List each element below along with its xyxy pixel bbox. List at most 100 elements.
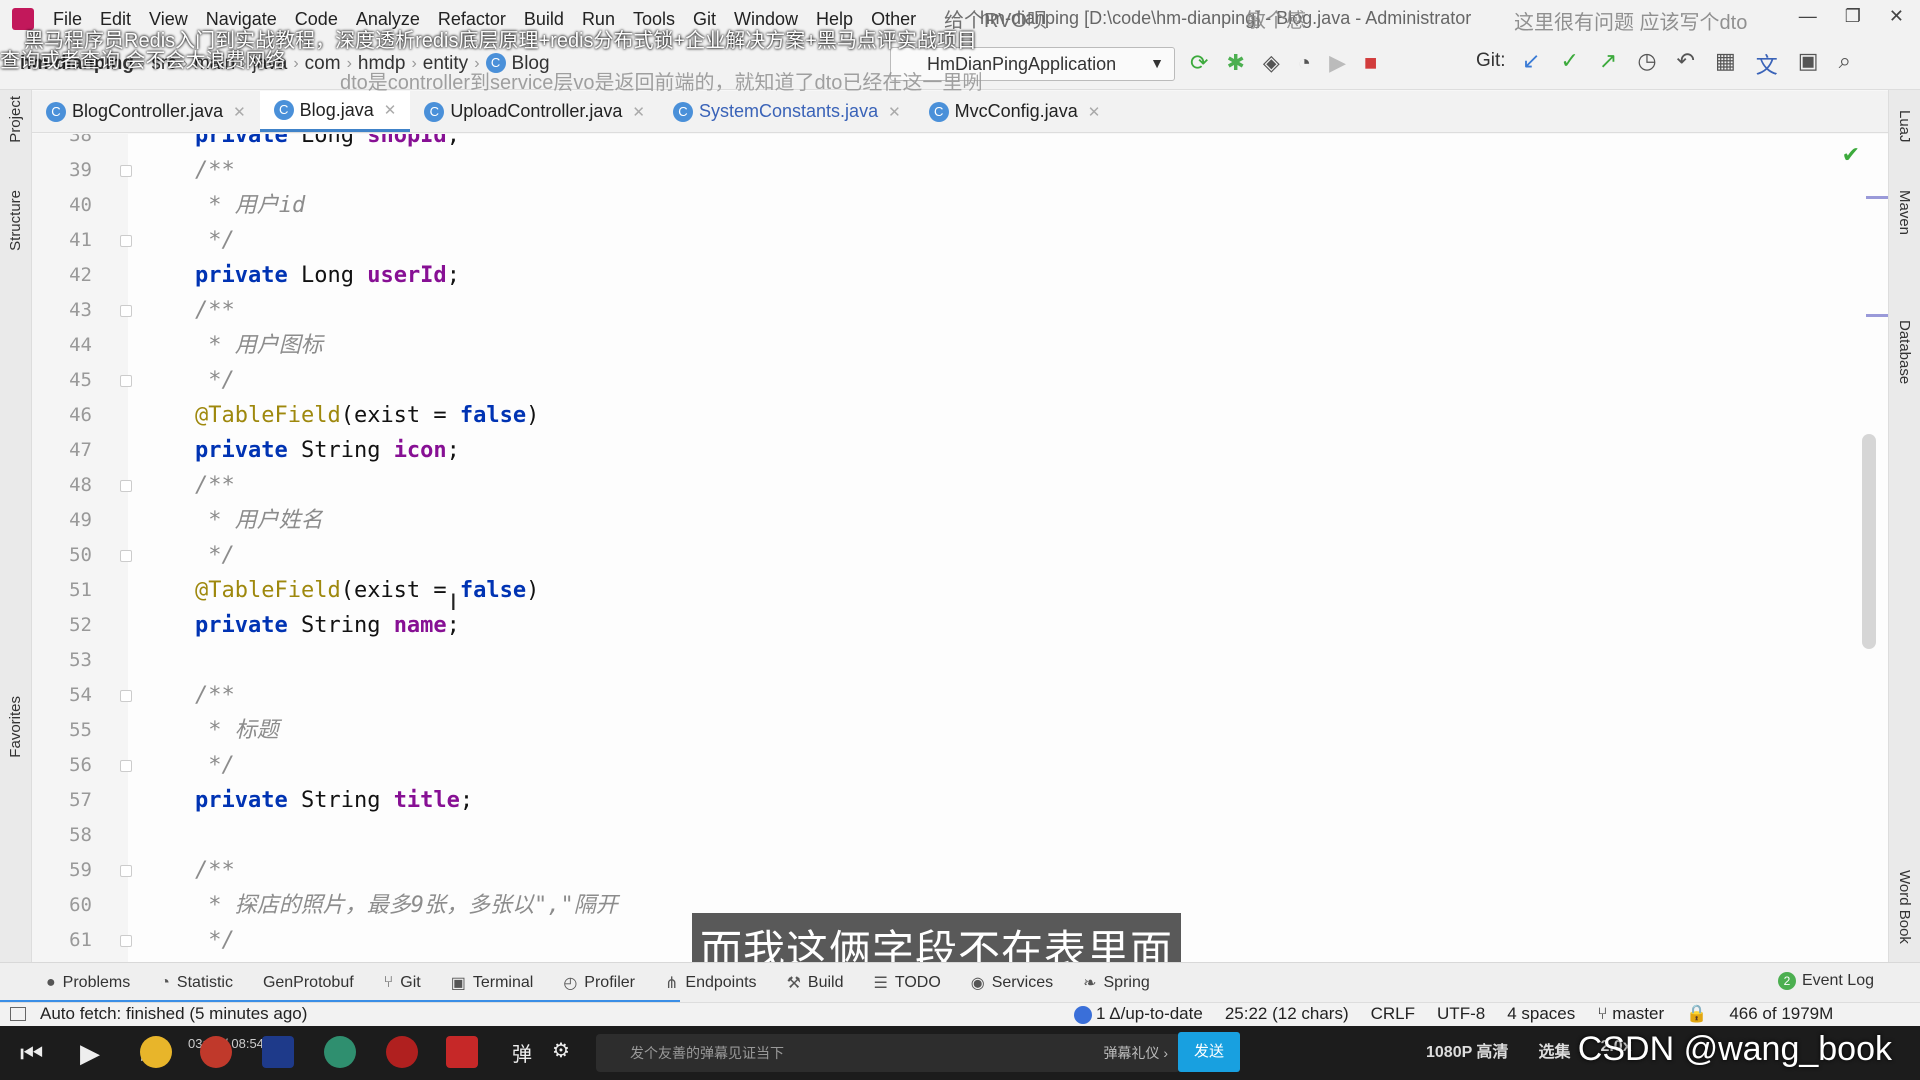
maven-tool-button[interactable]: Maven	[1896, 190, 1913, 235]
lock-icon[interactable]: 🔒	[1686, 1004, 1707, 1024]
code-line[interactable]: 38 private Long shopId;	[32, 134, 1832, 153]
browser-icon[interactable]	[324, 1036, 356, 1068]
menu-build[interactable]: Build	[515, 9, 573, 30]
git-tool-button[interactable]: ⑂ Git	[384, 974, 421, 992]
code-line[interactable]: 45 */	[32, 363, 1832, 398]
git-branch[interactable]: ⑂ master	[1597, 1004, 1664, 1024]
line-separator[interactable]: CRLF	[1371, 1004, 1415, 1024]
tab-blogcontroller[interactable]: C BlogController.java ✕	[32, 91, 260, 132]
rerun-icon[interactable]: ⟳	[1190, 50, 1208, 76]
menu-tools[interactable]: Tools	[624, 9, 684, 30]
code-line[interactable]: 40 * 用户id	[32, 188, 1832, 223]
danmaku-input[interactable]: 发个友善的弹幕见证当下 弹幕礼仪 ›	[596, 1034, 1180, 1072]
menu-help[interactable]: Help	[807, 9, 862, 30]
project-tool-button[interactable]: Project	[7, 96, 24, 143]
tab-uploadcontroller[interactable]: C UploadController.java ✕	[410, 91, 659, 132]
coverage-icon[interactable]: ◈	[1263, 50, 1280, 76]
translate-icon[interactable]: 文	[1756, 48, 1778, 80]
code-line[interactable]: 44 * 用户图标	[32, 328, 1832, 363]
menu-navigate[interactable]: Navigate	[197, 9, 286, 30]
fold-marker-icon[interactable]	[120, 375, 132, 387]
stop-icon[interactable]: ■	[1364, 50, 1377, 76]
code-line[interactable]: 47 private String icon;	[32, 433, 1832, 468]
minimize-icon[interactable]: —	[1799, 6, 1817, 27]
layout-icon[interactable]: ▣	[1798, 48, 1819, 80]
file-encoding[interactable]: UTF-8	[1437, 1004, 1485, 1024]
fold-marker-icon[interactable]	[120, 235, 132, 247]
debug-icon[interactable]: ✱	[1226, 50, 1244, 76]
menu-window[interactable]: Window	[725, 9, 807, 30]
close-tab-icon[interactable]: ✕	[384, 101, 397, 119]
close-tab-icon[interactable]: ✕	[1088, 103, 1101, 121]
close-tab-icon[interactable]: ✕	[233, 103, 246, 121]
fold-marker-icon[interactable]	[120, 935, 132, 947]
menu-view[interactable]: View	[140, 9, 197, 30]
word-book-tool-button[interactable]: Word Book	[1896, 870, 1913, 944]
indent-setting[interactable]: 4 spaces	[1507, 1004, 1575, 1024]
redis-icon[interactable]	[386, 1036, 418, 1068]
run-icon[interactable]: ▶	[1329, 50, 1346, 76]
services-tool-button[interactable]: ◉ Services	[971, 973, 1053, 993]
danmaku-toggle-icon[interactable]: 弹	[512, 1038, 532, 1067]
vcs-status[interactable]: 1 Δ/up-to-date	[1074, 1004, 1203, 1024]
menu-file[interactable]: File	[44, 9, 91, 30]
quality-select[interactable]: 1080P 高清	[1426, 1038, 1508, 1062]
tab-mvcconfig[interactable]: C MvcConfig.java ✕	[915, 91, 1115, 132]
breadcrumb-entity[interactable]: entity	[417, 53, 474, 75]
code-line[interactable]: 41 */	[32, 223, 1832, 258]
tab-systemconstants[interactable]: C SystemConstants.java ✕	[659, 91, 915, 132]
breadcrumb-java[interactable]: java	[246, 53, 293, 75]
close-icon[interactable]: ✕	[1889, 6, 1904, 27]
search-icon[interactable]: ⌕	[1839, 48, 1851, 80]
breadcrumb-blog[interactable]: C Blog	[480, 53, 556, 75]
code-line[interactable]: 55 * 标题	[32, 713, 1832, 748]
menu-other[interactable]: Other	[862, 9, 925, 30]
git-update-icon[interactable]: ↙	[1522, 48, 1540, 80]
breadcrumb-main[interactable]: main	[188, 53, 241, 75]
tab-blog[interactable]: C Blog.java ✕	[259, 91, 411, 132]
fold-marker-icon[interactable]	[120, 480, 132, 492]
run-configuration-select[interactable]: HmDianPingApplication ▼	[890, 47, 1175, 81]
git-push-icon[interactable]: ↗	[1599, 48, 1617, 80]
inspection-ok-icon[interactable]: ✔	[1842, 142, 1860, 168]
code-line[interactable]: 51 @TableField(exist = false)	[32, 573, 1832, 608]
event-log-button[interactable]: 2 Event Log	[1777, 972, 1874, 990]
code-line[interactable]: 46 @TableField(exist = false)	[32, 398, 1832, 433]
project-structure-icon[interactable]: ▦	[1715, 48, 1736, 80]
breadcrumb-hmdp[interactable]: hmdp	[352, 53, 412, 75]
favorites-tool-button[interactable]: Favorites	[7, 696, 24, 758]
structure-tool-button[interactable]: Structure	[7, 190, 24, 251]
problems-tool-button[interactable]: ● Problems	[46, 974, 130, 992]
profile-icon[interactable]: ◔	[1298, 50, 1311, 76]
code-line[interactable]: 42 private Long userId;	[32, 258, 1832, 293]
code-line[interactable]: 58	[32, 818, 1832, 853]
code-line[interactable]: 43 /**	[32, 293, 1832, 328]
spring-tool-button[interactable]: ❧ Spring	[1083, 973, 1150, 993]
git-commit-icon[interactable]: ✓	[1560, 48, 1578, 80]
vertical-scrollbar[interactable]	[1862, 434, 1876, 649]
build-tool-button[interactable]: ⚒ Build	[787, 973, 844, 993]
danmaku-etiquette-link[interactable]: 弹幕礼仪 ›	[1103, 1034, 1168, 1072]
episodes-button[interactable]: 选集	[1538, 1038, 1570, 1062]
code-line[interactable]: 56 */	[32, 748, 1832, 783]
code-line[interactable]: 59 /**	[32, 853, 1832, 888]
rollback-icon[interactable]: ↶	[1677, 48, 1695, 80]
menu-run[interactable]: Run	[573, 9, 624, 30]
app-icon[interactable]	[200, 1036, 232, 1068]
fold-marker-icon[interactable]	[120, 550, 132, 562]
todo-tool-button[interactable]: ☰ TODO	[873, 973, 940, 993]
breadcrumb-project[interactable]: hm-dianping	[0, 53, 140, 75]
database-tool-button[interactable]: Database	[1896, 320, 1913, 384]
history-icon[interactable]: ◷	[1637, 48, 1656, 80]
profiler-tool-button[interactable]: ◴ Profiler	[563, 973, 635, 993]
menu-code[interactable]: Code	[286, 9, 347, 30]
fold-marker-icon[interactable]	[120, 690, 132, 702]
code-line[interactable]: 50 */	[32, 538, 1832, 573]
code-line[interactable]: 39 /**	[32, 153, 1832, 188]
genprotobuf-tool-button[interactable]: GenProtobuf	[263, 974, 354, 992]
memory-indicator[interactable]: 466 of 1979M	[1729, 1004, 1833, 1024]
code-line[interactable]: 49 * 用户姓名	[32, 503, 1832, 538]
breadcrumb-src[interactable]: src	[145, 53, 182, 75]
statistic-tool-button[interactable]: ◔ Statistic	[160, 974, 233, 992]
code-line[interactable]: 57 private String title;	[32, 783, 1832, 818]
